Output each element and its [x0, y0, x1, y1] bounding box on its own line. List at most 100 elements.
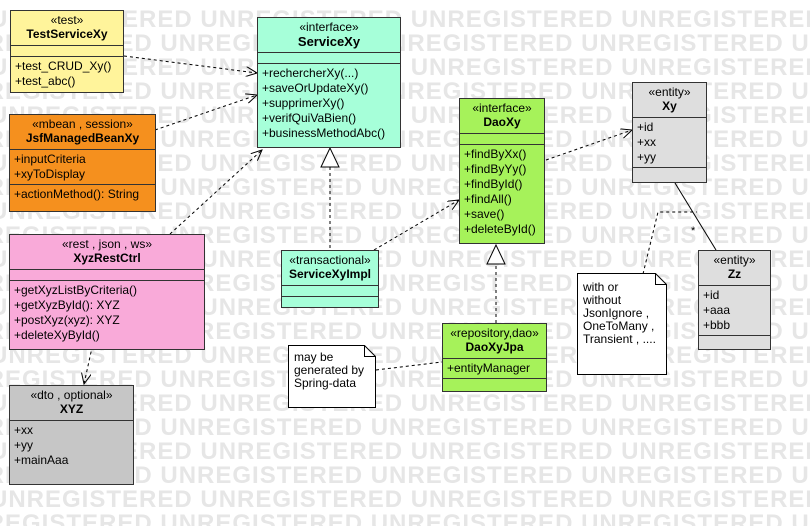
operations-section: [633, 168, 706, 178]
class-service-xy[interactable]: «interface» ServiceXy +rechercherXy(...)…: [257, 17, 401, 148]
attributes-section: [460, 134, 544, 145]
operation: +getXyzListByCriteria(): [14, 283, 138, 297]
operations-section: [443, 379, 546, 389]
attributes-section: +id +aaa +bbb: [699, 286, 770, 336]
realize-triangle-servicexy: [320, 146, 340, 168]
operation: +supprimerXy(): [262, 96, 345, 110]
operation: +verifQuiVaBien(): [262, 111, 357, 125]
attributes-section: +inputCriteria +xyToDisplay: [10, 150, 155, 185]
stereotype-label: «entity»: [648, 85, 691, 99]
attribute: +yy: [14, 438, 34, 452]
stereotype-label: «mbean , session»: [32, 117, 133, 131]
class-header: «repository,dao» DaoXyJpa: [443, 324, 546, 359]
attribute: +id: [637, 120, 654, 134]
attributes-section: +id +xx +yy: [633, 118, 706, 168]
dep-daoxy-to-xy: [545, 130, 632, 161]
note-text: may be generated by Spring-data: [294, 351, 364, 390]
operation: +findByXx(): [464, 147, 527, 161]
operation: +deleteXyById(): [14, 328, 100, 342]
attributes-section: [282, 286, 378, 297]
stereotype-label: «repository,dao»: [450, 326, 539, 340]
operations-section: [282, 297, 378, 307]
class-name: DaoXyJpa: [465, 340, 524, 354]
operation: +save(): [464, 207, 505, 221]
attributes-section: [10, 270, 204, 281]
dep-restctrl-to-servicexy: [169, 150, 262, 235]
class-header: «dto , optional» XYZ: [10, 386, 133, 421]
class-name: JsfManagedBeanXy: [25, 131, 140, 145]
note-link-spring-data: [375, 361, 443, 371]
class-header: «entity» Xy: [633, 83, 706, 118]
stereotype-label: «interface»: [472, 101, 532, 115]
note-text: with or without JsonIgnore , OneToMany ,…: [583, 281, 656, 346]
note-line: Transient , ....: [583, 332, 656, 346]
stereotype-label: «interface»: [299, 20, 359, 34]
attributes-section: [258, 53, 400, 64]
operation: +test_abc(): [15, 74, 76, 88]
class-name: TestServiceXy: [26, 27, 108, 41]
class-dao-xy-jpa[interactable]: «repository,dao» DaoXyJpa +entityManager: [442, 323, 547, 392]
attribute: +aaa: [703, 303, 731, 317]
realize-triangle-daoxy: [486, 243, 506, 265]
operations-section: +rechercherXy(...) +saveOrUpdateXy() +su…: [258, 64, 400, 143]
attribute: +xyToDisplay: [14, 167, 86, 181]
class-header: «interface» ServiceXy: [258, 18, 400, 53]
attribute: +bbb: [703, 318, 731, 332]
note-annotations[interactable]: with or without JsonIgnore , OneToMany ,…: [577, 273, 667, 375]
operation: +deleteById(): [464, 222, 536, 236]
operation: +rechercherXy(...): [262, 66, 359, 80]
dep-testservice-to-servicexy: [123, 55, 257, 73]
operation: +findAll(): [464, 192, 512, 206]
operation: +findByYy(): [464, 162, 527, 176]
class-header: «mbean , session» JsfManagedBeanXy: [10, 115, 155, 150]
class-header: «test» TestServiceXy: [11, 11, 123, 46]
dep-impl-to-daoxy: [373, 200, 459, 251]
class-name: ServiceXy: [297, 34, 361, 49]
note-link-annotations: [642, 211, 697, 275]
note-line: Spring-data: [294, 376, 357, 390]
class-xyz-dto[interactable]: «dto , optional» XYZ +xx +yy +mainAaa: [9, 385, 134, 485]
class-test-service-xy[interactable]: «test» TestServiceXy +test_CRUD_Xy() +te…: [10, 10, 124, 93]
class-dao-xy[interactable]: «interface» DaoXy +findByXx() +findByYy(…: [459, 98, 545, 244]
class-header: «transactional» ServiceXyImpl: [282, 251, 378, 286]
attribute: +entityManager: [447, 361, 531, 375]
attribute: +mainAaa: [14, 453, 69, 467]
class-name: XYZ: [59, 402, 84, 416]
association-xy-zz: [674, 182, 717, 251]
attribute: +inputCriteria: [14, 152, 86, 166]
operation: +actionMethod(): String: [14, 187, 140, 201]
operation: +getXyzById(): XYZ: [14, 298, 120, 312]
attributes-section: +xx +yy +mainAaa: [10, 421, 133, 470]
multiplicity-label: *: [691, 225, 696, 237]
stereotype-label: «rest , json , ws»: [61, 237, 153, 251]
operations-section: +actionMethod(): String: [10, 185, 155, 204]
class-name: ServiceXyImpl: [288, 267, 372, 281]
attribute: +xx: [14, 423, 34, 437]
operations-section: [699, 336, 770, 346]
attributes-section: +entityManager: [443, 359, 546, 379]
class-header: «entity» Zz: [699, 251, 770, 286]
attribute: +yy: [637, 150, 657, 164]
operation: +test_CRUD_Xy(): [15, 59, 112, 73]
operation: +findById(): [464, 177, 523, 191]
class-header: «rest , json , ws» XyzRestCtrl: [10, 235, 204, 270]
attribute: +id: [703, 288, 720, 302]
class-name: Zz: [727, 267, 742, 281]
class-service-xy-impl[interactable]: «transactional» ServiceXyImpl: [281, 250, 379, 308]
class-xy-entity[interactable]: «entity» Xy +id +xx +yy: [632, 82, 707, 183]
operations-section: +findByXx() +findByYy() +findById() +fin…: [460, 145, 544, 239]
stereotype-label: «test»: [50, 13, 84, 27]
stereotype-label: «dto , optional»: [30, 388, 113, 402]
class-name: XyzRestCtrl: [73, 251, 141, 265]
class-header: «interface» DaoXy: [460, 99, 544, 134]
operation: +postXyz(xyz): XYZ: [14, 313, 120, 327]
stereotype-label: «transactional»: [289, 253, 371, 267]
class-jsf-managed-bean-xy[interactable]: «mbean , session» JsfManagedBeanXy +inpu…: [9, 114, 156, 212]
class-xyz-rest-ctrl[interactable]: «rest , json , ws» XyzRestCtrl +getXyzLi…: [9, 234, 205, 350]
class-name: Xy: [662, 99, 677, 113]
attribute: +xx: [637, 135, 657, 149]
operation: +businessMethodAbc(): [262, 126, 386, 140]
operations-section: +test_CRUD_Xy() +test_abc(): [11, 57, 123, 91]
class-zz-entity[interactable]: «entity» Zz +id +aaa +bbb: [698, 250, 771, 350]
note-spring-data[interactable]: may be generated by Spring-data: [288, 345, 376, 408]
